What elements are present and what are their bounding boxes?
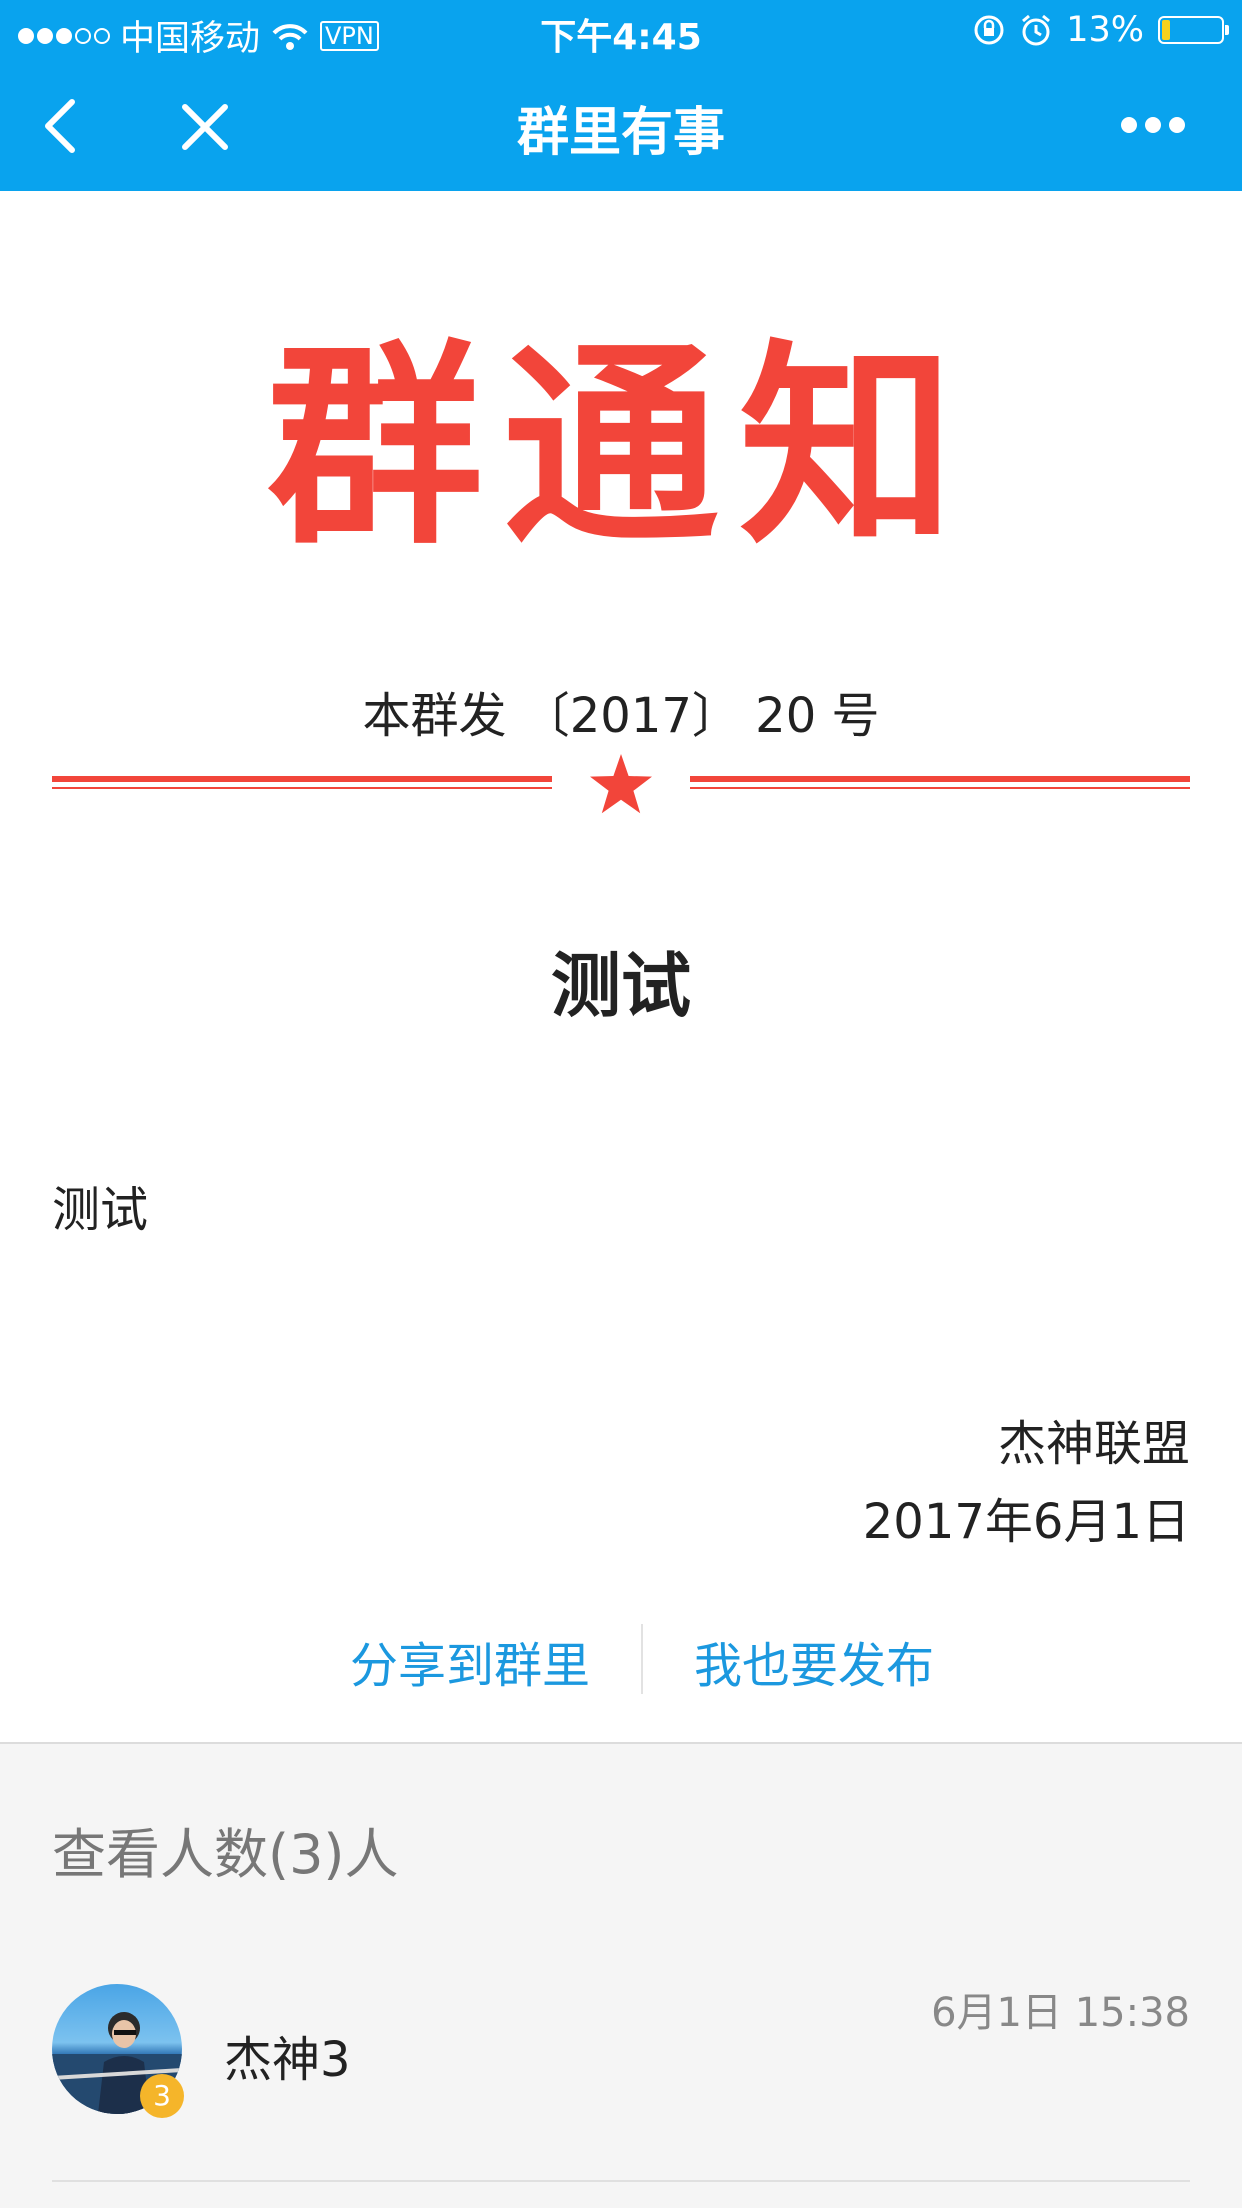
publish-too-link[interactable]: 我也要发布 [694, 1626, 934, 1696]
battery-level [1162, 20, 1170, 40]
page-title: 群里有事 [516, 103, 725, 163]
doc-number: 本群发 〔2017〕 20 号 [362, 688, 880, 744]
star-icon [590, 754, 652, 814]
viewers-section: 查看人数(3)人 3 杰神3 6月1日 15:38 [0, 1742, 1242, 2208]
action-bar: 分享到群里 我也要发布 [0, 1624, 1242, 1694]
notice-body: 测试 [52, 1182, 149, 1238]
divider-left [52, 776, 552, 790]
top-bar: 中国移动 VPN 下午4:45 13% 群里有事 [0, 0, 1242, 191]
notice-header: 群通知 [266, 322, 975, 573]
alarm-icon [1022, 14, 1051, 46]
row-divider [52, 2180, 1190, 2182]
notice-signature: 杰神联盟 [997, 1416, 1190, 1472]
action-divider [641, 1624, 643, 1694]
status-bar: 中国移动 VPN 下午4:45 13% [0, 0, 1242, 62]
share-to-group-link[interactable]: 分享到群里 [350, 1626, 590, 1696]
viewer-count: 查看人数(3)人 [52, 1823, 399, 1886]
level-badge: 3 [140, 2074, 184, 2118]
viewer-name: 杰神3 [224, 2032, 351, 2088]
divider-right [690, 776, 1190, 790]
status-right: 13% [972, 10, 1229, 50]
battery-percent: 13% [1066, 10, 1144, 50]
more-icon[interactable] [1120, 114, 1186, 136]
battery-icon [1158, 16, 1229, 44]
notice-date: 2017年6月1日 [862, 1494, 1190, 1550]
rotation-lock-icon [974, 15, 1004, 45]
viewer-time: 6月1日 15:38 [931, 1990, 1190, 2036]
notice-subject: 测试 [551, 945, 691, 1027]
